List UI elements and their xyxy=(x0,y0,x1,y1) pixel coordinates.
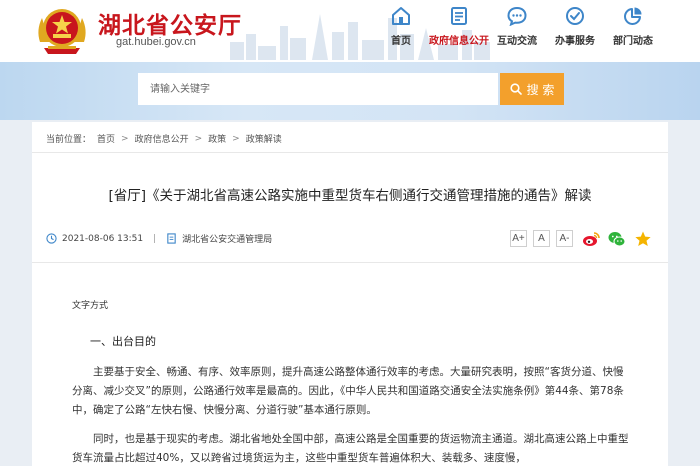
nav-gov-info-label: 政府信息公开 xyxy=(429,36,489,47)
article-card: 当前位置： 首页 > 政府信息公开 > 政策 > 政策解读 [省厅]《关于湖北省… xyxy=(32,122,668,466)
home-icon xyxy=(392,7,410,25)
favorite-star-icon[interactable] xyxy=(634,230,652,248)
article-title: [省厅]《关于湖北省高速公路实施中重型货车右侧通行交通管理措施的通告》解读 xyxy=(108,188,592,204)
pie-chart-icon xyxy=(624,7,642,25)
breadcrumb-item-policy-interpretation[interactable]: 政策解读 xyxy=(246,132,282,145)
nav-services[interactable]: 办事服务 xyxy=(546,6,604,47)
site-title[interactable]: 湖北省公安厅 xyxy=(98,6,242,40)
font-default-button[interactable]: A xyxy=(533,230,550,247)
section-heading: 一、出台目的 xyxy=(90,335,156,348)
nav-dept-news[interactable]: 部门动态 xyxy=(604,6,662,47)
main-nav: 首页 政府信息公开 互动交流 办事服务 部门动态 xyxy=(372,6,662,47)
search-button[interactable]: 搜 索 xyxy=(500,73,564,105)
nav-interaction[interactable]: 互动交流 xyxy=(488,6,546,47)
font-size-controls: A+ A A- xyxy=(510,230,573,247)
article-body: 文字方式 一、出台目的 主要基于安全、畅通、有序、效率原则，提升高速公路整体通行… xyxy=(72,298,632,466)
article-meta: 2021-08-06 13:51 | 湖北省公安交通管理局 xyxy=(46,232,272,245)
weibo-icon[interactable] xyxy=(582,230,600,248)
chat-icon xyxy=(507,6,527,26)
breadcrumb-separator: > xyxy=(232,133,240,144)
clock-icon xyxy=(46,233,57,244)
source-document-icon xyxy=(167,233,176,244)
search-icon xyxy=(509,83,522,95)
search-input[interactable] xyxy=(138,73,498,105)
breadcrumb-separator: > xyxy=(121,133,129,144)
article-paragraph: 主要基于安全、畅通、有序、效率原则，提升高速公路整体通行效率的考虑。大量研究表明… xyxy=(72,366,624,416)
breadcrumb: 当前位置： 首页 > 政府信息公开 > 政策 > 政策解读 xyxy=(46,132,282,146)
service-icon xyxy=(566,7,584,25)
nav-dept-news-label: 部门动态 xyxy=(613,36,653,47)
breadcrumb-item-gov-info[interactable]: 政府信息公开 xyxy=(135,132,189,145)
breadcrumb-prefix: 当前位置： xyxy=(46,135,92,145)
wechat-icon[interactable] xyxy=(608,230,626,248)
font-decrease-button[interactable]: A- xyxy=(556,230,573,247)
document-list-icon xyxy=(451,7,467,25)
site-header: 湖北省公安厅 gat.hubei.gov.cn 首页 政府信息公开 互动交流 办… xyxy=(0,0,700,62)
divider xyxy=(32,152,668,153)
breadcrumb-item-policy[interactable]: 政策 xyxy=(208,132,226,145)
breadcrumb-separator: > xyxy=(194,133,203,144)
nav-home[interactable]: 首页 xyxy=(372,6,430,47)
search-button-label: 搜 索 xyxy=(526,82,555,97)
article-date: 2021-08-06 13:51 xyxy=(62,233,144,244)
share-buttons xyxy=(582,230,652,248)
article-paragraph: 同时，也是基于现实的考虑。湖北省地处全国中部，高速公路是全国重要的货运物流主通道… xyxy=(72,433,629,464)
nav-gov-info[interactable]: 政府信息公开 xyxy=(429,6,489,47)
article-source: 湖北省公安交通管理局 xyxy=(182,235,273,245)
police-emblem-logo xyxy=(38,9,86,54)
site-url: gat.hubei.gov.cn xyxy=(116,36,196,48)
meta-separator: | xyxy=(153,233,157,244)
breadcrumb-item-home[interactable]: 首页 xyxy=(97,132,115,145)
nav-services-label: 办事服务 xyxy=(555,36,595,47)
divider xyxy=(32,262,668,263)
nav-interaction-label: 互动交流 xyxy=(497,36,537,47)
doc-type-label: 文字方式 xyxy=(72,301,109,311)
font-increase-button[interactable]: A+ xyxy=(510,230,527,247)
nav-home-label: 首页 xyxy=(391,36,411,47)
